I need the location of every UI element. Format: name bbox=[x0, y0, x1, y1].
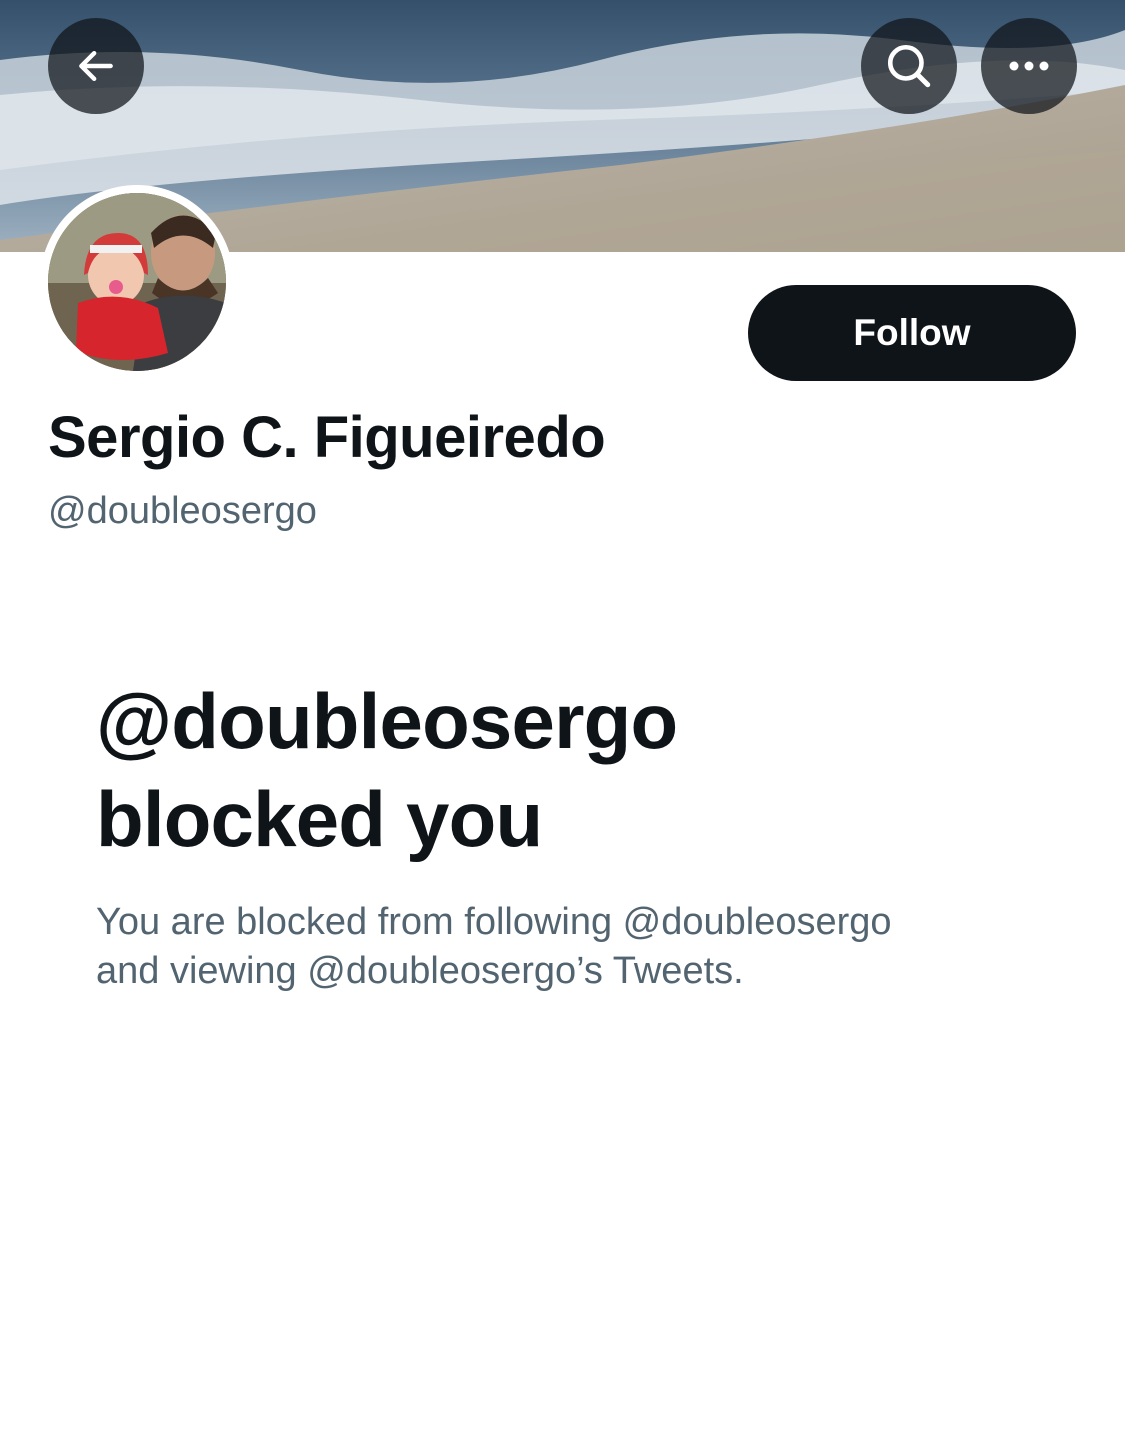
more-horizontal-icon bbox=[1009, 61, 1049, 71]
search-button[interactable] bbox=[861, 18, 957, 114]
blocked-description-line: You are blocked from following @doubleos… bbox=[96, 901, 892, 943]
avatar-image bbox=[48, 193, 226, 371]
blocked-description-line: and viewing @doubleosergo’s Tweets. bbox=[96, 950, 744, 992]
more-options-button[interactable] bbox=[981, 18, 1077, 114]
blocked-title-handle: @doubleosergo bbox=[96, 677, 678, 765]
blocked-title: @doubleosergo blocked you bbox=[96, 672, 1056, 868]
arrow-left-icon bbox=[79, 50, 113, 82]
profile-handle: @doubleosergo bbox=[48, 490, 317, 532]
follow-button[interactable]: Follow bbox=[748, 285, 1076, 381]
blocked-description: You are blocked from following @doubleos… bbox=[96, 898, 1056, 996]
avatar[interactable] bbox=[40, 185, 234, 379]
back-button[interactable] bbox=[48, 18, 144, 114]
blocked-title-text: blocked you bbox=[96, 775, 543, 863]
search-icon bbox=[887, 44, 931, 88]
profile-display-name: Sergio C. Figueiredo bbox=[48, 405, 606, 470]
